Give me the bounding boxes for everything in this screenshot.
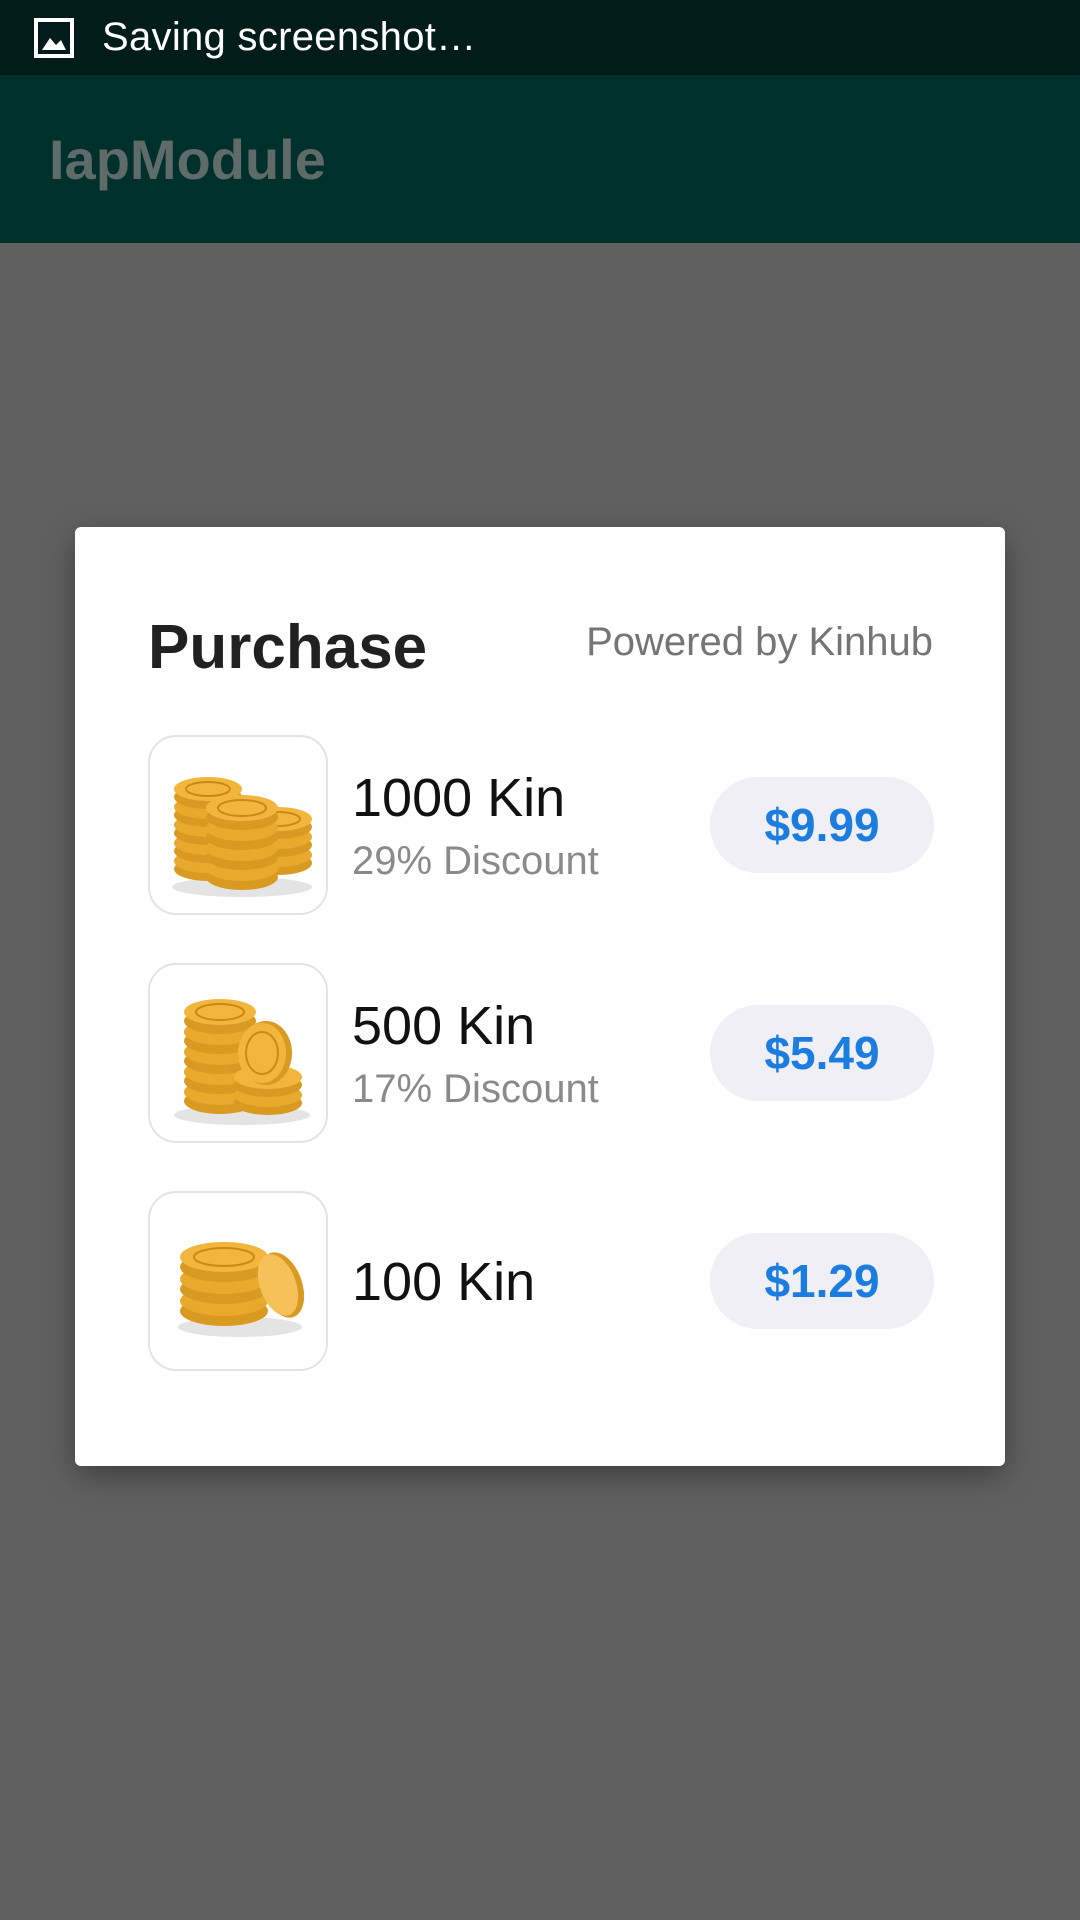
- purchase-item-100-kin[interactable]: 100 Kin $1.29: [148, 1191, 934, 1371]
- item-name: 1000 Kin: [352, 768, 566, 828]
- coin-stack-large-icon: [148, 735, 328, 915]
- coin-stack-medium-icon: [148, 963, 328, 1143]
- item-name: 100 Kin: [352, 1252, 536, 1312]
- app-title: IapModule: [49, 128, 326, 191]
- coin-stack-small-icon: [148, 1191, 328, 1371]
- purchase-item-1000-kin[interactable]: 1000 Kin 29% Discount $9.99: [148, 735, 934, 915]
- item-discount: 17% Discount: [352, 1067, 599, 1111]
- app-bar: IapModule: [0, 75, 1080, 243]
- purchase-item-500-kin[interactable]: 500 Kin 17% Discount $5.49: [148, 963, 934, 1143]
- price-button-100-kin[interactable]: $1.29: [710, 1233, 934, 1329]
- price-button-1000-kin[interactable]: $9.99: [710, 777, 934, 873]
- price-button-500-kin[interactable]: $5.49: [710, 1005, 934, 1101]
- status-bar: Saving screenshot…: [0, 0, 1080, 75]
- screenshot-icon: [34, 17, 74, 58]
- status-text: Saving screenshot…: [102, 15, 477, 59]
- dialog-title: Purchase: [148, 613, 428, 682]
- powered-by-label: Powered by Kinhub: [586, 620, 933, 664]
- purchase-dialog: Purchase Powered by Kinhub 1000 Kin 29% …: [75, 527, 1005, 1466]
- item-discount: 29% Discount: [352, 839, 599, 883]
- item-name: 500 Kin: [352, 996, 536, 1056]
